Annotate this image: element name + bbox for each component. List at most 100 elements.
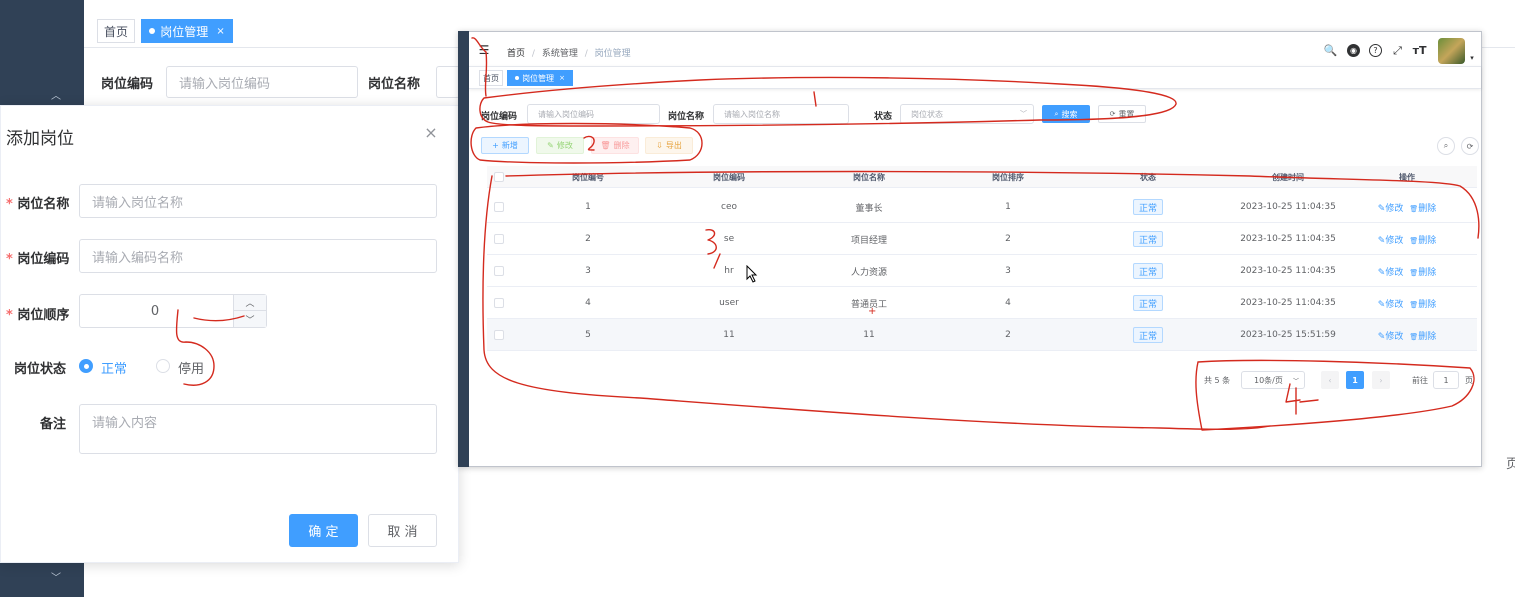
status-radio-normal[interactable] <box>79 359 93 373</box>
app-code-input[interactable]: 请输入岗位编码 <box>527 104 660 124</box>
bg-tab-home[interactable]: 首页 <box>97 19 135 43</box>
page-size-arrow-icon: ﹀ <box>1292 377 1299 385</box>
row-edit-link[interactable]: ✎修改 <box>1378 329 1404 342</box>
bg-tab-close-icon[interactable]: × <box>216 26 224 37</box>
cell-code: 11 <box>723 330 735 340</box>
table-row[interactable]: 1 ceo 董事长 1 正常 2023-10-25 11:04:35 ✎修改 🗑删除 <box>487 191 1477 223</box>
chevron-up-icon[interactable]: ︿ <box>48 86 64 102</box>
app-tab-home[interactable]: 首页 <box>479 70 503 86</box>
close-icon[interactable]: × <box>423 123 439 142</box>
table-row[interactable]: 4 user 普通员工 4 正常 2023-10-25 11:04:35 ✎修改 🗑删除 <box>487 287 1477 319</box>
add-button-label: 新增 <box>501 141 518 150</box>
goto-input[interactable]: 1 <box>1433 371 1459 389</box>
order-field-label: * 岗位顺序 <box>6 308 70 323</box>
status-badge: 正常 <box>1133 199 1163 215</box>
row-delete-link[interactable]: 🗑删除 <box>1409 265 1436 278</box>
search-icon[interactable]: 🔍 <box>1324 44 1338 57</box>
cell-sort: 2 <box>1005 330 1011 340</box>
row-edit-link[interactable]: ✎修改 <box>1378 297 1404 310</box>
stepper-up-icon[interactable]: ︿ <box>233 295 266 311</box>
prev-page-icon[interactable]: ‹ <box>1321 371 1339 389</box>
actions-cell: ✎修改 🗑删除 <box>1357 287 1457 319</box>
toggle-search-icon[interactable]: ⌕ <box>1437 137 1455 155</box>
status-radio-disabled[interactable] <box>156 359 170 373</box>
bg-name-input[interactable] <box>436 66 460 98</box>
bg-code-input[interactable]: 请输入岗位编码 <box>166 66 358 98</box>
app-name-label: 岗位名称 <box>668 112 705 122</box>
row-checkbox[interactable] <box>494 330 504 340</box>
app-tab-close-icon[interactable]: × <box>559 74 565 82</box>
table-row[interactable]: 3 hr 人力资源 3 正常 2023-10-25 11:04:35 ✎修改 🗑删除 <box>487 255 1477 287</box>
row-edit-link[interactable]: ✎修改 <box>1378 201 1404 214</box>
status-cell: 正常 <box>1088 255 1208 287</box>
row-checkbox[interactable] <box>494 234 504 244</box>
breadcrumb: 首页 / 系统管理 / 岗位管理 <box>507 49 631 59</box>
delete-button[interactable]: 🗑 删除 <box>591 137 639 154</box>
code-input[interactable]: 请输入编码名称 <box>79 239 437 273</box>
trash-icon: 🗑 <box>1409 236 1419 245</box>
row-delete-link[interactable]: 🗑删除 <box>1409 329 1436 342</box>
stepper-down-icon[interactable]: ﹀ <box>233 311 266 327</box>
breadcrumb-home[interactable]: 首页 <box>507 49 525 59</box>
row-delete-label: 删除 <box>1418 267 1437 278</box>
add-button[interactable]: + 新增 <box>481 137 529 154</box>
row-checkbox[interactable] <box>494 202 504 212</box>
app-search-button[interactable]: ⌕ 搜索 <box>1042 105 1090 123</box>
fullscreen-icon[interactable]: ⤢ <box>1391 44 1404 57</box>
cancel-button[interactable]: 取 消 <box>368 514 437 547</box>
row-delete-link[interactable]: 🗑删除 <box>1409 233 1436 246</box>
table-row[interactable]: 5 11 11 2 正常 2023-10-25 15:51:59 ✎修改 🗑删除 <box>487 319 1477 351</box>
page-1-button[interactable]: 1 <box>1346 371 1364 389</box>
chevron-down-icon[interactable]: ﹀ <box>48 568 64 584</box>
hamburger-icon[interactable]: ☰ <box>478 43 490 57</box>
page-size-select[interactable]: 10条/页 ﹀ <box>1241 371 1305 389</box>
status-cell: 正常 <box>1088 223 1208 255</box>
status-radio-disabled-label[interactable]: 停用 <box>178 358 204 377</box>
select-all-checkbox[interactable] <box>494 172 504 182</box>
app-status-select[interactable]: 岗位状态 ﹀ <box>900 104 1034 124</box>
app-name-input[interactable]: 请输入岗位名称 <box>713 104 849 124</box>
col-header: 操作 <box>1399 172 1415 182</box>
status-radio-normal-label[interactable]: 正常 <box>101 358 127 377</box>
confirm-button[interactable]: 确 定 <box>289 514 358 547</box>
remark-textarea[interactable]: 请输入内容 <box>79 404 437 454</box>
status-field-label: 岗位状态 <box>14 362 67 377</box>
app-search-btn-icon: ⌕ <box>1054 109 1059 118</box>
avatar[interactable] <box>1438 38 1465 64</box>
cell-code: hr <box>724 266 734 276</box>
app-reset-button[interactable]: ⟳ 重置 <box>1098 105 1146 123</box>
cell-sort: 2 <box>1005 234 1011 244</box>
edit-button[interactable]: ✎ 修改 <box>536 137 584 154</box>
github-icon[interactable]: ◉ <box>1347 44 1360 57</box>
row-edit-label: 修改 <box>1385 203 1404 214</box>
help-icon[interactable]: ? <box>1369 44 1382 57</box>
row-edit-link[interactable]: ✎修改 <box>1378 233 1404 246</box>
avatar-caret-icon[interactable]: ▾ <box>1468 54 1476 62</box>
font-size-icon[interactable]: ᴛT <box>1413 44 1427 57</box>
next-page-icon[interactable]: › <box>1372 371 1390 389</box>
cell-code: user <box>719 298 739 308</box>
name-input[interactable]: 请输入岗位名称 <box>79 184 437 218</box>
bg-code-label: 岗位编码 <box>101 77 154 92</box>
row-delete-link[interactable]: 🗑删除 <box>1409 201 1436 214</box>
export-button[interactable]: ⇩ 导出 <box>645 137 693 154</box>
row-checkbox[interactable] <box>494 298 504 308</box>
cell-name: 项目经理 <box>850 235 887 246</box>
app-tab-post[interactable]: 岗位管理 × <box>507 70 573 86</box>
row-checkbox[interactable] <box>494 266 504 276</box>
remark-field-label: 备注 <box>40 417 67 432</box>
trash-icon: 🗑 <box>1409 268 1419 277</box>
refresh-table-icon[interactable]: ⟳ <box>1461 137 1479 155</box>
row-edit-link[interactable]: ✎修改 <box>1378 265 1404 278</box>
row-edit-label: 修改 <box>1385 331 1404 342</box>
cell-code: ceo <box>721 202 737 212</box>
status-cell: 正常 <box>1088 319 1208 351</box>
breadcrumb-system[interactable]: 系统管理 <box>542 49 578 59</box>
table-row[interactable]: 2 se 项目经理 2 正常 2023-10-25 11:04:35 ✎修改 🗑删除 <box>487 223 1477 255</box>
row-delete-link[interactable]: 🗑删除 <box>1409 297 1436 310</box>
cell-created: 2023-10-25 11:04:35 <box>1240 266 1336 276</box>
bg-tab-post[interactable]: 岗位管理 × <box>141 19 233 43</box>
app-sidebar-strip <box>458 31 469 467</box>
trash-icon: 🗑 <box>1409 332 1419 341</box>
cell-sort: 4 <box>1005 298 1011 308</box>
